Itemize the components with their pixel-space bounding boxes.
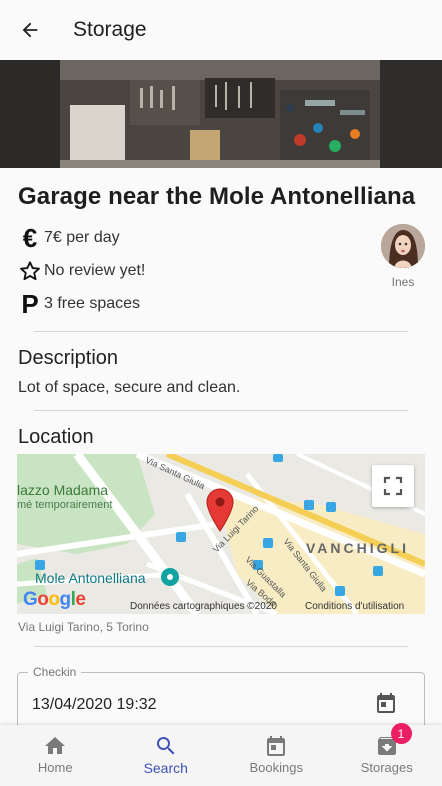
storage-photo [0,60,442,168]
notification-badge: 1 [390,723,412,744]
home-icon [45,737,66,754]
spaces-text: 3 free spaces [44,295,141,312]
calendar-icon [377,693,395,713]
nav-label: Storages [360,760,413,775]
price-row: € 7€ per day [18,223,120,253]
map-terms-link[interactable]: Conditions d'utilisation [305,601,404,612]
app-bar: Storage [0,0,442,60]
location-map[interactable]: lazzo Madama mé temporairement Mole Anto… [17,454,425,614]
storage-details[interactable]: Garage near the Mole Antonelliana € 7€ p… [0,168,442,725]
checkin-field[interactable]: Checkin 13/04/2020 19:32 [17,665,425,725]
description-heading: Description [18,347,119,369]
rating-text: No review yet! [44,262,146,279]
fullscreen-button[interactable] [372,465,414,507]
map-credits: Données cartographiques ©2020 [130,601,277,612]
nav-bookings[interactable]: Bookings [221,725,332,786]
nav-label: Home [37,760,73,775]
divider [34,646,408,647]
euro-icon: € [22,223,38,253]
map-label: Mole Antonelliana [35,570,146,586]
rating-row: No review yet! [18,259,145,283]
map-label: lazzo Madama [17,482,109,498]
description-text: Lot of space, secure and clean. [18,379,241,396]
back-button[interactable] [0,0,60,60]
page-title: Storage [73,18,147,41]
nav-search[interactable]: Search [111,725,222,786]
fullscreen-icon [383,476,403,496]
nav-label: Bookings [249,760,303,775]
storage-title: Garage near the Mole Antonelliana [18,183,416,210]
map-label: mé temporairement [17,499,113,511]
address-text: Via Luigi Tarino, 5 Torino [18,620,149,634]
calendar-icon [267,736,286,756]
divider [34,410,408,411]
parking-icon: P [21,289,39,319]
location-heading: Location [18,426,94,448]
checkin-label: Checkin [28,665,82,679]
nav-label: Search [143,760,188,776]
google-logo: Google [23,589,86,610]
map-label: VANCHIGLI [306,540,409,556]
owner[interactable]: Ines [381,224,425,289]
star-outline-icon [18,259,42,283]
bottom-navigation: Home Search Bookings Storages 1 [0,723,442,786]
search-icon [156,737,175,755]
owner-name: Ines [391,275,415,289]
map-pin-icon[interactable] [206,488,234,532]
price-text: 7€ per day [44,229,120,246]
nav-home[interactable]: Home [0,725,111,786]
calendar-button[interactable] [374,691,398,715]
arrow-back-icon [22,22,38,38]
nav-storages[interactable]: Storages 1 [332,723,442,786]
checkin-value[interactable]: 13/04/2020 19:32 [32,696,157,714]
spaces-row: P 3 free spaces [18,289,141,319]
divider [34,331,408,332]
avatar[interactable] [381,224,425,268]
